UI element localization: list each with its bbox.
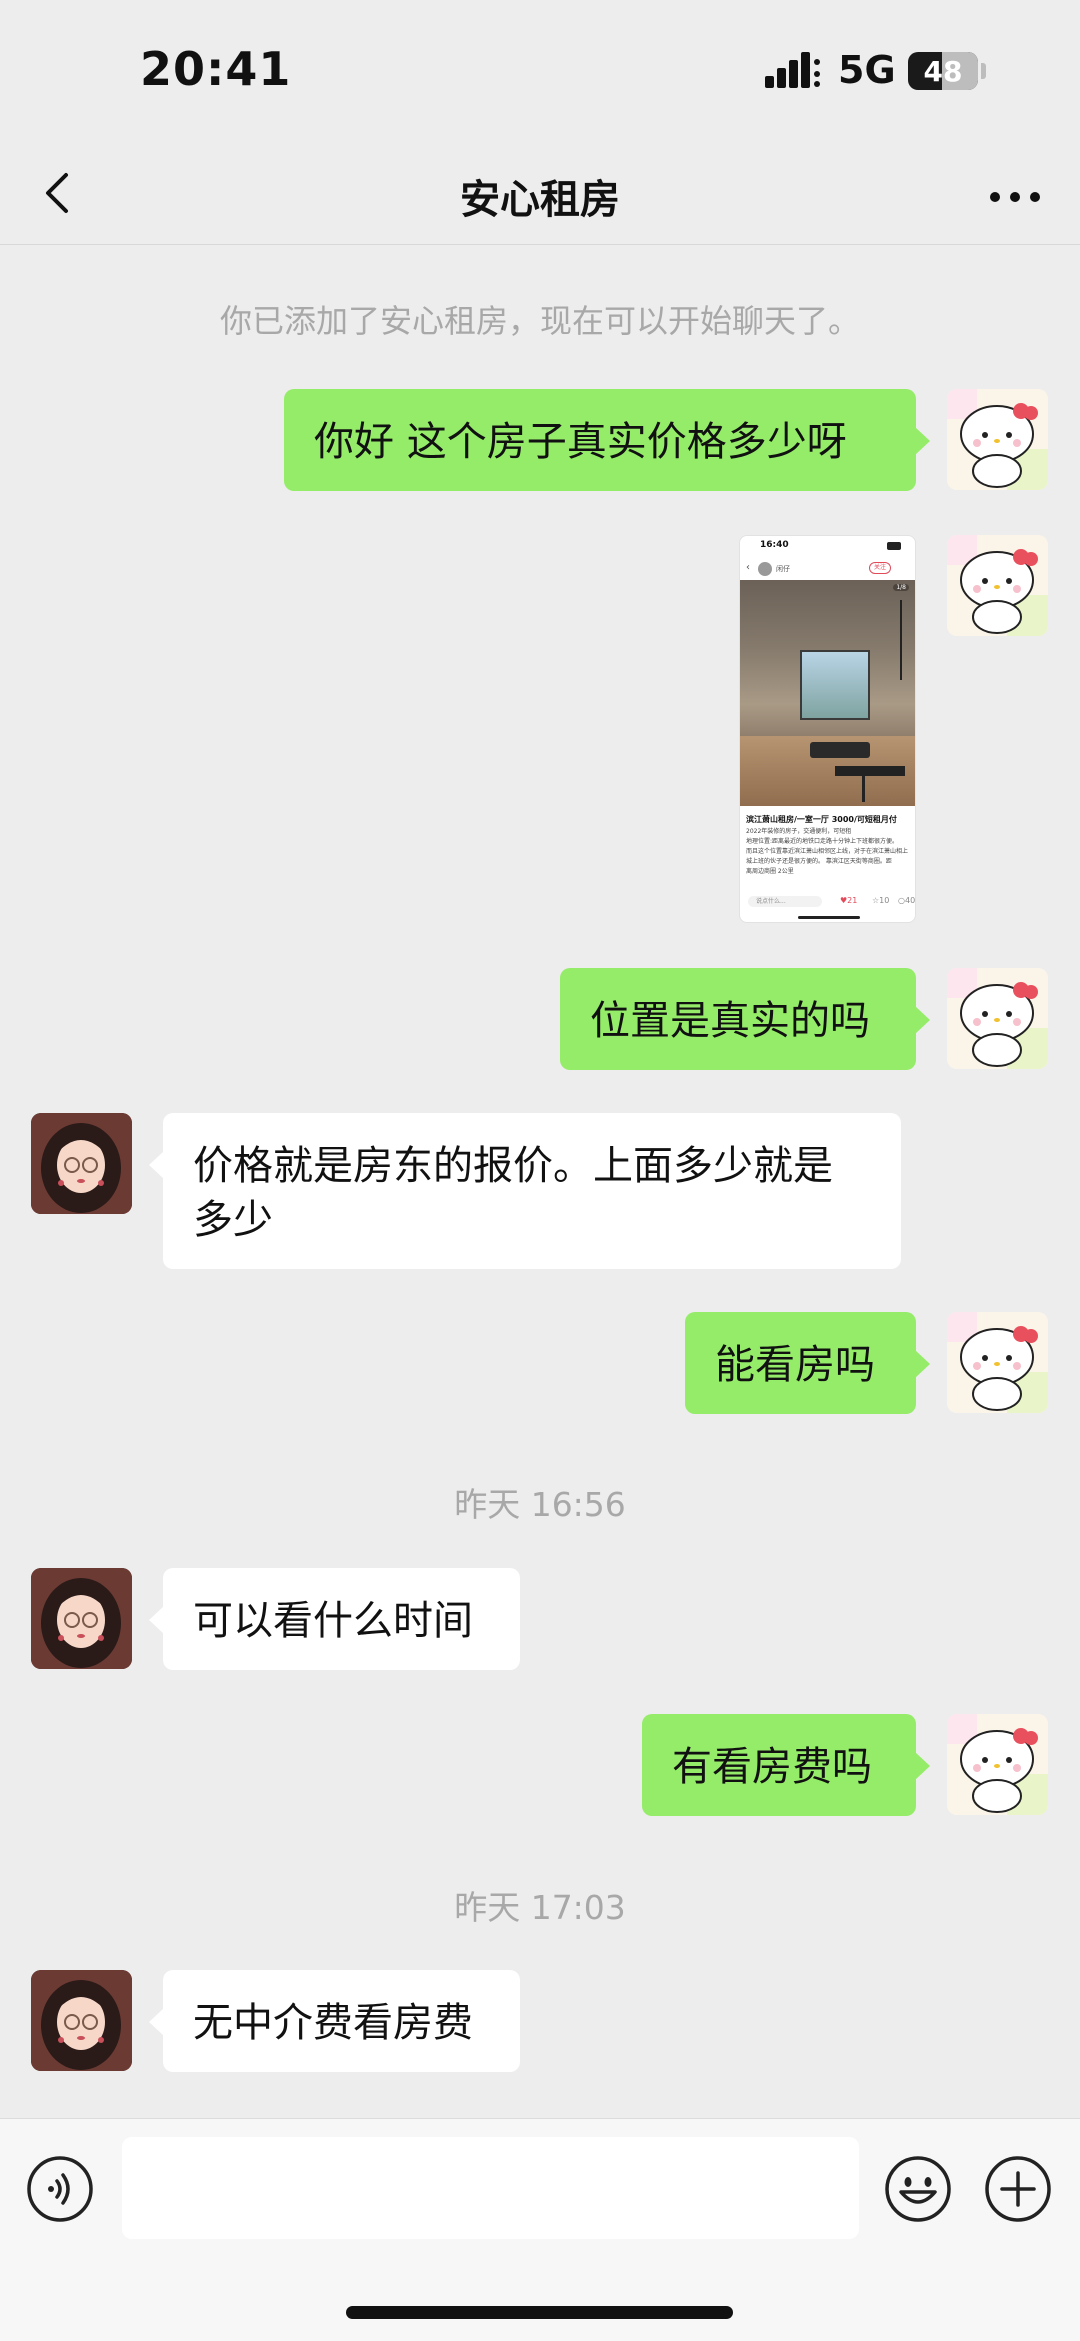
- shared-post-line: 而且这个位置靠近滨江萧山相邻区上线，对于在滨江萧山相上: [746, 848, 909, 855]
- girl-avatar-icon: [31, 1568, 132, 1669]
- star-count: 10: [879, 896, 890, 905]
- more-options-icon[interactable]: [980, 167, 1050, 227]
- shared-post-line: 城上班的伙子还是很方便的。 靠滨江区天街等商圈。距: [746, 858, 892, 865]
- shared-follow-label: 关注: [869, 562, 891, 574]
- self-avatar[interactable]: [947, 1714, 1048, 1815]
- star-icon: ☆10: [872, 896, 890, 905]
- shared-back-icon: ‹: [746, 562, 750, 573]
- shared-post-line: 地理位置:距离最近的地铁口走路十分钟上下班都很方便。: [746, 838, 899, 845]
- kitty-avatar-icon: [947, 968, 1048, 1069]
- self-avatar[interactable]: [947, 389, 1048, 490]
- kitty-avatar-icon: [947, 535, 1048, 636]
- heart-icon: ♥21: [840, 896, 858, 905]
- shared-image-status-time: 16:40: [760, 540, 789, 550]
- self-avatar[interactable]: [947, 535, 1048, 636]
- message-bubble-other[interactable]: 可以看什么时间: [149, 1568, 520, 1670]
- message-bubble-other[interactable]: 价格就是房东的报价。上面多少就是多少: [149, 1113, 901, 1269]
- plus-icon[interactable]: [983, 2154, 1053, 2224]
- shared-post-line: 2022年装修的房子，交通便利，可短租: [746, 828, 852, 835]
- signal-icon: [765, 52, 820, 88]
- shared-author-name: 闲仔: [776, 565, 790, 573]
- shared-post-line: 离周边商圈 2公里: [746, 868, 794, 875]
- self-avatar[interactable]: [947, 968, 1048, 1069]
- system-message: 你已添加了安心租房，现在可以开始聊天了。: [219, 302, 860, 340]
- timestamp: 昨天 16:56: [454, 1485, 626, 1524]
- timestamp: 昨天 17:03: [454, 1888, 626, 1927]
- battery-tip: [981, 63, 986, 79]
- message-bubble-other[interactable]: 无中介费看房费: [149, 1970, 520, 2072]
- shared-image-message[interactable]: 16:40 ‹ 闲仔 关注 1/8 滨江萧山租房/一室一厅 3000/可短租月付…: [739, 535, 916, 923]
- shared-post-actions: 说点什么... ♥21 ☆10 ○40: [748, 896, 915, 908]
- photo-page-counter: 1/8: [893, 584, 909, 591]
- battery-level: 48: [923, 54, 963, 88]
- contact-avatar[interactable]: [31, 1568, 132, 1669]
- shared-comment-field: 说点什么...: [748, 896, 822, 907]
- shared-post-body: 2022年装修的房子，交通便利，可短租 地理位置:距离最近的地铁口走路十分钟上下…: [740, 827, 915, 877]
- kitty-avatar-icon: [947, 1714, 1048, 1815]
- emoji-icon[interactable]: [883, 2154, 953, 2224]
- status-time: 20:41: [140, 42, 292, 96]
- kitty-avatar-icon: [947, 1312, 1048, 1413]
- message-bubble-self[interactable]: 你好 这个房子真实价格多少呀: [284, 389, 930, 491]
- chat-header: 安心租房: [0, 145, 1080, 245]
- home-indicator[interactable]: [346, 2306, 733, 2319]
- voice-input-icon[interactable]: [25, 2154, 95, 2224]
- shared-author-avatar: [758, 562, 772, 576]
- message-bubble-self[interactable]: 有看房费吗: [642, 1714, 930, 1816]
- girl-avatar-icon: [31, 1970, 132, 2071]
- status-bar: 20:41 5G 48: [0, 0, 1080, 145]
- contact-avatar[interactable]: [31, 1113, 132, 1214]
- message-input[interactable]: [122, 2137, 859, 2239]
- chat-title: 安心租房: [460, 177, 620, 223]
- network-type: 5G: [838, 48, 896, 92]
- like-count: 21: [847, 896, 858, 905]
- girl-avatar-icon: [31, 1113, 132, 1214]
- shared-post-title: 滨江萧山租房/一室一厅 3000/可短租月付: [746, 815, 897, 824]
- kitty-avatar-icon: [947, 389, 1048, 490]
- message-bubble-self[interactable]: 位置是真实的吗: [560, 968, 930, 1070]
- self-avatar[interactable]: [947, 1312, 1048, 1413]
- battery-icon: 48: [908, 52, 978, 90]
- contact-avatar[interactable]: [31, 1970, 132, 2071]
- comment-count: 40: [904, 896, 916, 905]
- comment-icon: ○40: [898, 896, 916, 905]
- message-bubble-self[interactable]: 能看房吗: [685, 1312, 930, 1414]
- room-photo: 1/8: [740, 580, 915, 806]
